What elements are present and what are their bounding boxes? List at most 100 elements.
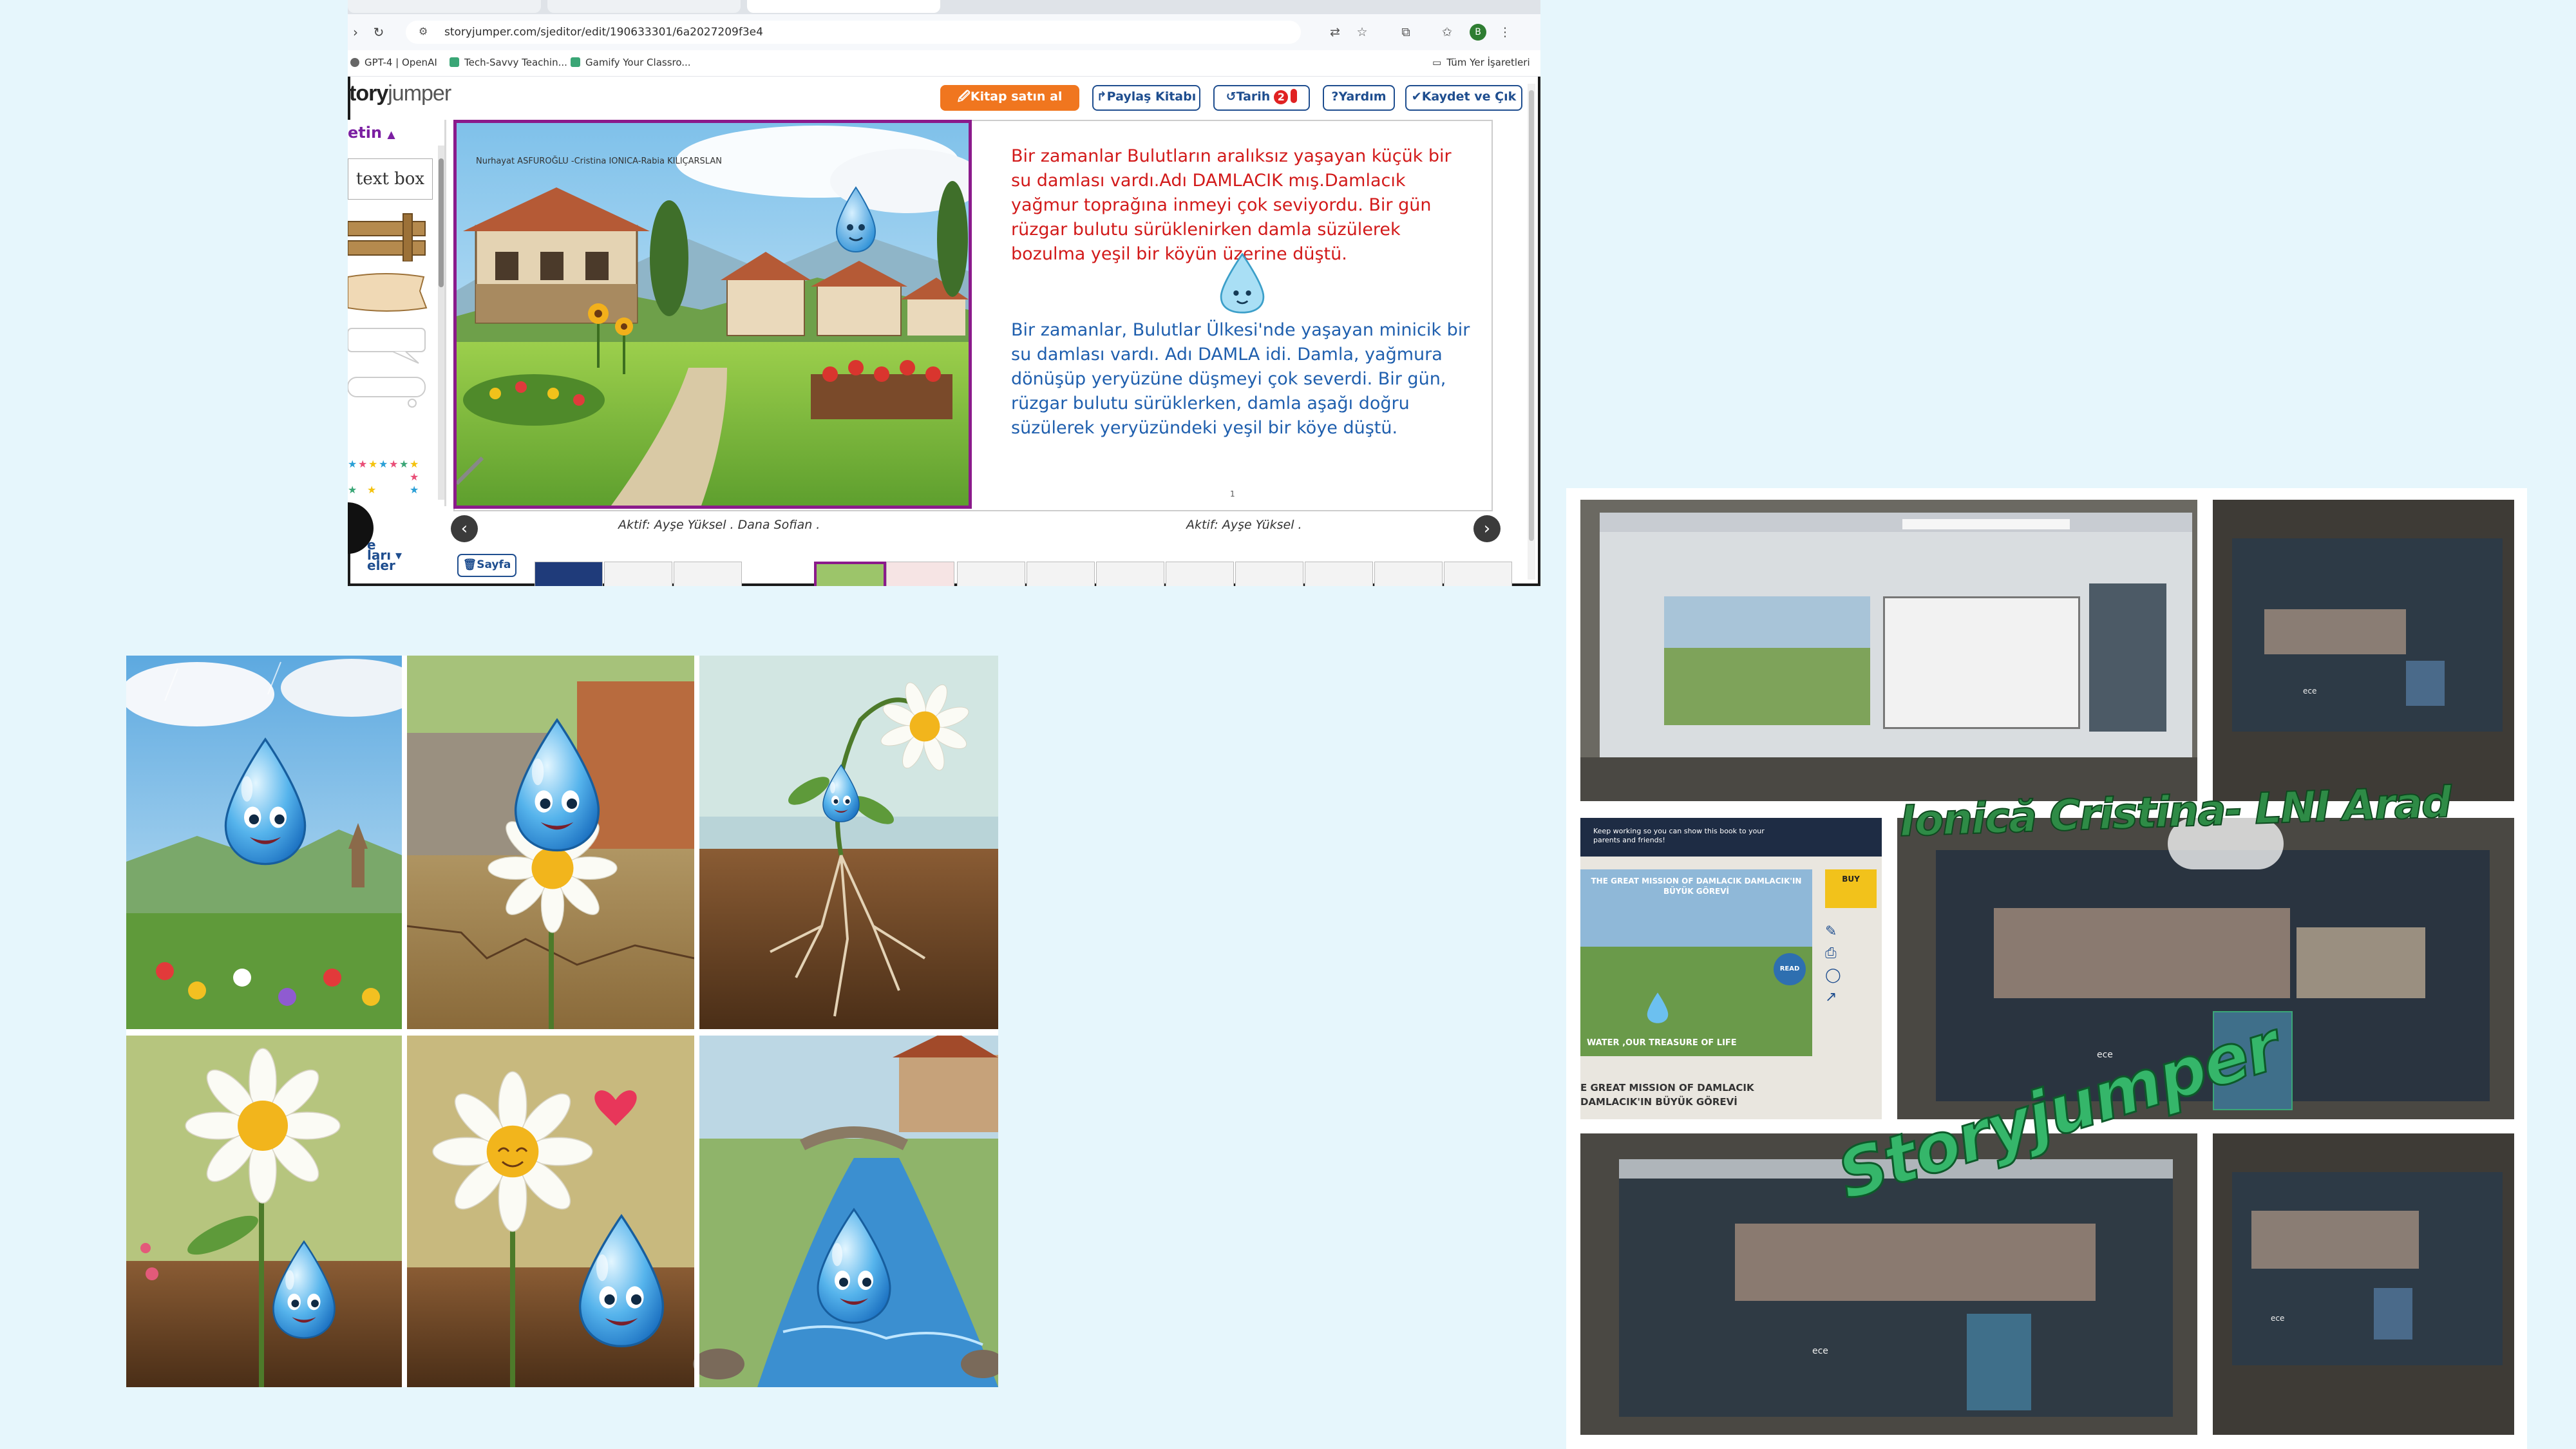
page-number: 1: [1230, 489, 1235, 498]
projected-video-tiles: [2089, 583, 2166, 732]
extensions-icon[interactable]: ⧉: [1397, 24, 1414, 41]
page-thumbnail[interactable]: [957, 562, 1025, 586]
thought-bubble-shape[interactable]: [348, 374, 431, 412]
page-scrollbar[interactable]: [1528, 84, 1535, 580]
classroom-video: [1967, 1314, 2031, 1410]
forward-icon[interactable]: ›: [348, 24, 363, 40]
photo-video-call-1: ece: [2213, 500, 2514, 801]
page-thumbnail[interactable]: [886, 562, 954, 586]
page-thumbnail[interactable]: [1166, 562, 1234, 586]
panel-section-title[interactable]: etin ▲: [348, 124, 395, 142]
collage-tile-roots: [699, 656, 998, 1029]
speech-bubble-shape[interactable]: [348, 326, 431, 365]
bookmarks-icon[interactable]: ✩: [1439, 24, 1455, 41]
buy-sticker: BUY: [1825, 869, 1877, 908]
save-and-exit-button[interactable]: ✔Kaydet ve Çık: [1405, 85, 1522, 111]
page-thumbnail[interactable]: [1096, 562, 1164, 586]
book-cover-title: THE GREAT MISSION OF DAMLACIK DAMLACIK'I…: [1591, 876, 1802, 896]
svg-text:★: ★: [379, 458, 388, 470]
collage-tile-stream: [693, 1029, 998, 1387]
collage-tile-dry-daisy: [406, 656, 695, 1029]
folder-icon: ▭: [1432, 57, 1442, 68]
star-border-shape[interactable]: ★ ★ ★ ★ ★ ★ ★ ★★ ★ ★: [348, 455, 431, 500]
parchment-shape[interactable]: [348, 272, 431, 314]
all-bookmarks-folder[interactable]: ▭ Tüm Yer İşaretleri: [1432, 57, 1530, 68]
bookmark-item[interactable]: GPT-4 | OpenAI: [350, 57, 437, 68]
browser-tab-active[interactable]: [747, 0, 940, 13]
page-thumbnail[interactable]: [1305, 562, 1373, 586]
call-participants: [2264, 609, 2406, 654]
bookmark-item[interactable]: Tech-Savvy Teachin...: [450, 57, 567, 68]
collage-tile-happy-daisy: [407, 1036, 694, 1387]
panel-scrollbar[interactable]: [438, 146, 444, 500]
story-text-edited[interactable]: Bir zamanlar, Bulutlar Ülkesi'nde yaşaya…: [1011, 318, 1481, 440]
left-page-illustration[interactable]: Nurhayat ASFUROĞLU -Cristina IONICA-Rabi…: [453, 120, 972, 509]
active-authors-left: Aktif: Ayşe Yüksel . Dana Sofian .: [618, 518, 820, 532]
svg-text:★: ★: [368, 458, 377, 470]
browser-tab[interactable]: [348, 0, 541, 13]
keep-working-banner: Keep working so you can show this book t…: [1593, 827, 1765, 844]
active-authors-right: Aktif: Ayşe Yüksel .: [1186, 518, 1302, 532]
wooden-sign-shape[interactable]: [348, 210, 431, 261]
profile-avatar[interactable]: B: [1470, 24, 1486, 41]
book-cover-art: THE GREAT MISSION OF DAMLACIK DAMLACIK'I…: [1580, 869, 1812, 1056]
page-thumbnail[interactable]: [1027, 562, 1095, 586]
buy-book-button[interactable]: 🖉Kitap satın al: [940, 85, 1079, 111]
help-button[interactable]: ?Yardım: [1323, 85, 1395, 111]
call-participants: [1994, 908, 2290, 998]
storyjumper-editor-screenshot: › ↻ ⚙ storyjumper.com/sjeditor/edit/1906…: [348, 0, 1540, 586]
address-bar-row: › ↻ ⚙ storyjumper.com/sjeditor/edit/1906…: [348, 14, 1540, 51]
bookmark-star-icon[interactable]: ☆: [1354, 24, 1370, 41]
page-thumbnail[interactable]: [674, 562, 742, 586]
screen-name-label: ece: [1812, 1346, 1828, 1356]
svg-text:★: ★: [410, 484, 419, 496]
page-credit: Nurhayat ASFUROĞLU -Cristina IONICA-Rabi…: [476, 156, 722, 166]
page-scrollbar-thumb[interactable]: [1529, 90, 1534, 541]
collage-tile-rain-valley: [126, 656, 422, 1029]
water-drop-sticker[interactable]: [1215, 252, 1270, 314]
photo-projected-editor: [1580, 500, 2197, 801]
photo-video-call-4: ece: [2213, 1133, 2514, 1435]
svg-text:★: ★: [410, 458, 419, 470]
site-info-icon[interactable]: ⚙: [419, 25, 428, 37]
textbox-element[interactable]: text box: [348, 158, 433, 200]
bookmark-favicon: [571, 57, 580, 67]
add-page-button[interactable]: 🗑Sayfa: [457, 554, 516, 577]
story-text-draft[interactable]: Bir zamanlar Bulutların aralıksız yaşaya…: [1011, 144, 1475, 267]
side-tools: ✎ ⎙ ◯ ↗: [1825, 923, 1841, 1005]
more-menu-icon[interactable]: ⋮: [1497, 24, 1513, 41]
collage-tile-daisy-sprout: [126, 1036, 402, 1387]
page-thumbnail[interactable]: [535, 562, 603, 586]
screen-name-label: ece: [2271, 1314, 2285, 1323]
illustration-collage: [126, 656, 998, 1387]
reload-icon[interactable]: ↻: [371, 24, 386, 40]
previous-page-button[interactable]: ‹: [451, 515, 478, 542]
panel-scrollbar-thumb[interactable]: [439, 158, 444, 287]
page-thumbnail[interactable]: [604, 562, 672, 586]
panel-bottom-menu[interactable]: e ları ▾ eler: [367, 538, 402, 572]
page-thumbnail-active[interactable]: [814, 562, 886, 586]
address-bar[interactable]: ⚙ storyjumper.com/sjeditor/edit/19063330…: [406, 21, 1301, 44]
svg-text:★: ★: [348, 484, 357, 496]
tab-strip: [348, 0, 1540, 14]
book-caption-english: E GREAT MISSION OF DAMLACIK: [1580, 1082, 1754, 1094]
browser-tab[interactable]: [547, 0, 741, 13]
photo-book-cover: Keep working so you can show this book t…: [1580, 818, 1882, 1119]
projected-text-page: [1883, 596, 2080, 729]
history-button[interactable]: ↺Tarih 2: [1213, 85, 1310, 111]
bookmark-item[interactable]: Gamify Your Classro...: [571, 57, 691, 68]
read-button[interactable]: READ: [1774, 953, 1806, 985]
village-scene: [457, 123, 969, 506]
book-cover-footer: WATER ,OUR TREASURE OF LIFE: [1587, 1038, 1737, 1048]
page-thumbnail[interactable]: [1235, 562, 1303, 586]
svg-text:★: ★: [389, 458, 398, 470]
svg-text:★: ★: [399, 458, 408, 470]
next-page-button[interactable]: ›: [1473, 515, 1501, 542]
storyjumper-logo[interactable]: toryjumper: [349, 81, 451, 106]
svg-text:★: ★: [348, 458, 357, 470]
page-thumbnail[interactable]: [1444, 562, 1512, 586]
elements-panel: etin ▲ text box ★ ★ ★ ★ ★ ★ ★ ★ ★ ★ ★: [348, 120, 446, 506]
share-book-button[interactable]: ↱Paylaş Kitabı: [1092, 85, 1200, 111]
page-thumbnail[interactable]: [1374, 562, 1443, 586]
translate-icon[interactable]: ⇄: [1327, 24, 1343, 41]
